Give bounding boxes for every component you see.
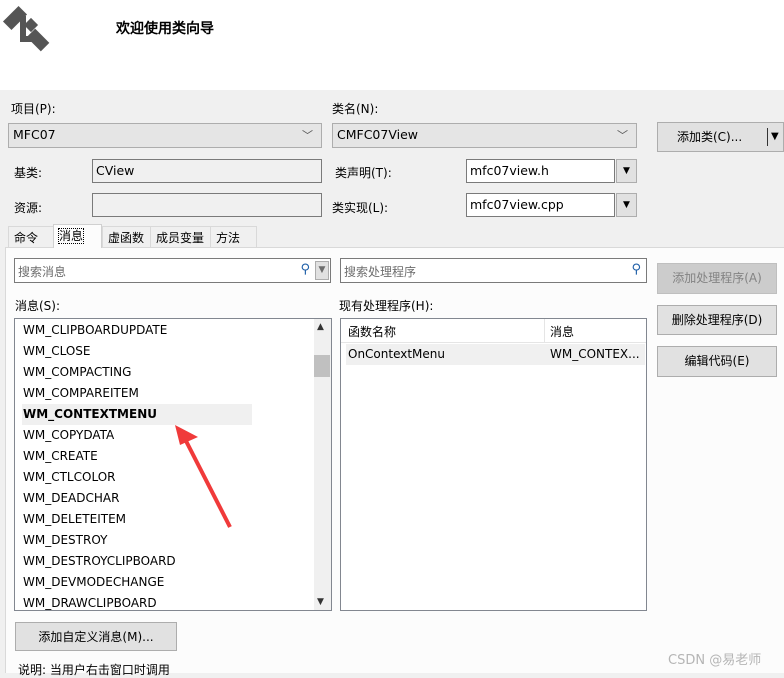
project-value: MFC07: [13, 127, 56, 142]
list-item[interactable]: WM_CLOSE: [22, 341, 252, 362]
search-icon[interactable]: ⚲: [631, 262, 641, 277]
dropdown-arrow-icon[interactable]: ▼: [771, 123, 779, 151]
add-handler-button[interactable]: 添加处理程序(A): [657, 263, 777, 294]
tab-label: 命令: [14, 231, 39, 245]
search-messages-input[interactable]: 搜索消息 ⚲ ▼: [14, 258, 331, 283]
chevron-down-icon: ﹀: [617, 129, 628, 142]
resource-label: 资源:: [14, 201, 43, 215]
add-class-label: 添加类(C)...: [677, 130, 743, 144]
column-header-message[interactable]: 消息: [550, 323, 574, 340]
column-header-function[interactable]: 函数名称: [348, 323, 396, 340]
tab-member-variables[interactable]: 成员变量: [150, 226, 211, 247]
search-dropdown[interactable]: ▼: [315, 261, 329, 280]
messages-label: 消息(S):: [15, 299, 61, 313]
tab-messages[interactable]: 消息: [53, 224, 102, 248]
tab-virtual-functions[interactable]: 虚函数: [102, 226, 151, 247]
tab-label: 方法: [216, 231, 241, 245]
class-impl-dropdown[interactable]: ▼: [616, 193, 637, 217]
edit-code-button[interactable]: 编辑代码(E): [657, 346, 777, 377]
handlers-label: 现有处理程序(H):: [339, 299, 434, 313]
wizard-title: 欢迎使用类向导: [116, 21, 214, 37]
class-wizard-icon: [2, 5, 50, 52]
scrollbar[interactable]: ▲ ▼: [314, 319, 331, 610]
class-impl-label: 类实现(L):: [332, 201, 389, 215]
tab-label: 成员变量: [156, 231, 205, 245]
resource-field: [92, 193, 322, 217]
class-decl-field[interactable]: mfc07view.h: [466, 159, 615, 183]
table-row[interactable]: OnContextMenu WM_CONTEX...: [346, 344, 645, 365]
red-arrow-annotation: [175, 425, 232, 528]
search-icon[interactable]: ⚲: [300, 262, 310, 277]
base-class-label: 基类:: [14, 166, 43, 180]
list-item[interactable]: WM_COMPACTING: [22, 362, 252, 383]
chevron-down-icon: ﹀: [302, 129, 313, 142]
list-item[interactable]: WM_DRAWCLIPBOARD: [22, 593, 252, 610]
class-decl-label: 类声明(T):: [335, 166, 392, 180]
handler-message: WM_CONTEX...: [550, 347, 640, 361]
tab-label: 虚函数: [108, 231, 145, 245]
list-item[interactable]: WM_COMPAREITEM: [22, 383, 252, 404]
class-name-label: 类名(N):: [332, 102, 379, 116]
scroll-down-icon[interactable]: ▼: [317, 597, 324, 607]
tab-methods[interactable]: 方法: [210, 226, 257, 247]
handler-name: OnContextMenu: [348, 347, 446, 361]
base-class-field: CView: [92, 159, 322, 183]
handlers-table[interactable]: 函数名称 消息 OnContextMenu WM_CONTEX...: [340, 318, 647, 611]
list-item[interactable]: WM_CLIPBOARDUPDATE: [22, 320, 252, 341]
table-header: 函数名称 消息: [341, 319, 646, 343]
watermark: CSDN @易老师: [668, 653, 762, 668]
project-combo[interactable]: MFC07 ﹀: [8, 123, 322, 148]
class-decl-dropdown[interactable]: ▼: [616, 159, 637, 183]
delete-handler-button[interactable]: 删除处理程序(D): [657, 305, 777, 335]
tab-label: 消息: [57, 228, 85, 244]
class-impl-field[interactable]: mfc07view.cpp: [466, 193, 615, 217]
search-placeholder: 搜索消息: [18, 265, 67, 279]
class-name-value: CMFC07View: [337, 127, 418, 142]
wizard-header: 欢迎使用类向导: [0, 0, 784, 90]
search-handlers-input[interactable]: 搜索处理程序 ⚲: [340, 258, 647, 283]
search-placeholder: 搜索处理程序: [344, 265, 417, 279]
tab-commands[interactable]: 命令: [8, 226, 54, 247]
add-class-button[interactable]: 添加类(C)... ▼: [657, 122, 784, 152]
class-name-combo[interactable]: CMFC07View ﹀: [332, 123, 637, 148]
description-text: 说明: 当用户右击窗口时调用: [18, 663, 170, 677]
scroll-up-icon[interactable]: ▲: [317, 322, 324, 332]
project-label: 项目(P):: [11, 102, 56, 116]
add-custom-message-button[interactable]: 添加自定义消息(M)...: [15, 622, 177, 651]
list-item[interactable]: WM_DEVMODECHANGE: [22, 572, 252, 593]
scrollbar-thumb[interactable]: [314, 355, 330, 377]
list-item[interactable]: WM_DESTROYCLIPBOARD: [22, 551, 252, 572]
